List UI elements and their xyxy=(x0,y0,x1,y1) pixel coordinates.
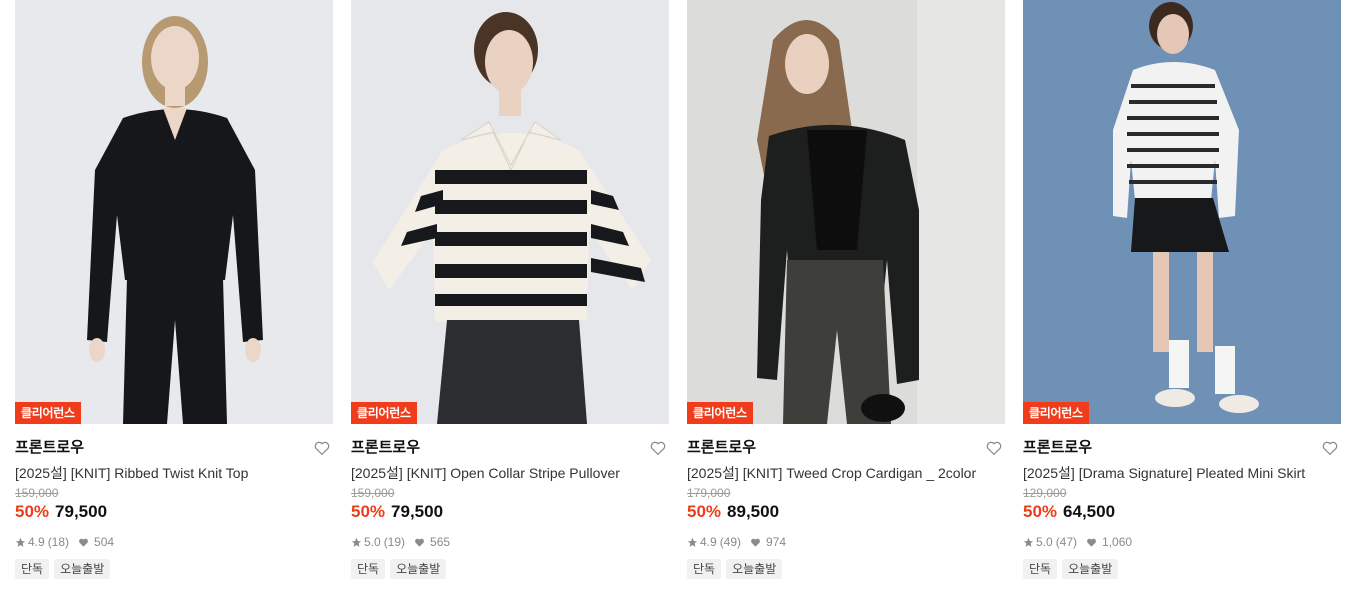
like-count: 565 xyxy=(430,535,451,549)
tag-same-day-shipping: 오늘출발 xyxy=(390,559,447,579)
clearance-badge: 클리어런스 xyxy=(351,402,417,424)
heart-icon xyxy=(414,537,425,548)
review-count: (49) xyxy=(719,535,742,549)
star-icon xyxy=(1023,537,1034,548)
star-icon xyxy=(687,537,698,548)
discount-rate: 50% xyxy=(351,502,386,521)
tag-list: 단독 오늘출발 xyxy=(687,559,1005,579)
sale-price: 79,500 xyxy=(55,502,108,521)
star-icon xyxy=(15,537,26,548)
product-image[interactable]: 클리어런스 xyxy=(1023,0,1341,424)
product-image[interactable]: 클리어런스 xyxy=(687,0,1005,424)
review-count: (19) xyxy=(383,535,406,549)
review-count: (47) xyxy=(1055,535,1078,549)
tag-same-day-shipping: 오늘출발 xyxy=(54,559,111,579)
product-grid: 클리어런스 프론트로우 [2025설] [KNIT] Ribbed Twist … xyxy=(0,0,1345,596)
tag-exclusive: 단독 xyxy=(351,559,386,579)
sale-price: 64,500 xyxy=(1063,502,1116,521)
heart-icon xyxy=(1086,537,1097,548)
original-price: 129,000 xyxy=(1023,486,1067,500)
brand-name[interactable]: 프론트로우 xyxy=(687,436,1005,460)
product-card[interactable]: 클리어런스 프론트로우 [2025설] [KNIT] Open Collar S… xyxy=(351,0,669,596)
heart-outline-icon[interactable] xyxy=(985,439,1003,457)
product-title[interactable]: [2025설] [KNIT] Tweed Crop Cardigan _ 2co… xyxy=(687,462,1005,484)
original-price: 159,000 xyxy=(15,486,59,500)
product-card[interactable]: 클리어런스 프론트로우 [2025설] [Drama Signature] Pl… xyxy=(1023,0,1341,596)
star-icon xyxy=(351,537,362,548)
product-photo-pleated-skirt xyxy=(1023,0,1341,424)
product-stats: 4.9 (49) 974 xyxy=(687,534,1005,550)
rating-value: 4.9 xyxy=(28,535,45,549)
like-count: 1,060 xyxy=(1102,535,1133,549)
tag-same-day-shipping: 오늘출발 xyxy=(726,559,783,579)
rating-value: 5.0 xyxy=(1036,535,1053,549)
heart-outline-icon[interactable] xyxy=(649,439,667,457)
heart-outline-icon[interactable] xyxy=(313,439,331,457)
discount-rate: 50% xyxy=(15,502,50,521)
product-title[interactable]: [2025설] [Drama Signature] Pleated Mini S… xyxy=(1023,462,1341,484)
clearance-badge: 클리어런스 xyxy=(1023,402,1089,424)
brand-name[interactable]: 프론트로우 xyxy=(15,436,333,460)
clearance-badge: 클리어런스 xyxy=(15,402,81,424)
original-price: 179,000 xyxy=(687,486,731,500)
product-card[interactable]: 클리어런스 프론트로우 [2025설] [KNIT] Tweed Crop Ca… xyxy=(687,0,1005,596)
tag-list: 단독 오늘출발 xyxy=(1023,559,1341,579)
discount-rate: 50% xyxy=(1023,502,1058,521)
sale-price: 79,500 xyxy=(391,502,444,521)
heart-icon xyxy=(78,537,89,548)
original-price: 159,000 xyxy=(351,486,395,500)
product-card[interactable]: 클리어런스 프론트로우 [2025설] [KNIT] Ribbed Twist … xyxy=(15,0,333,596)
heart-icon xyxy=(750,537,761,548)
tag-list: 단독 오늘출발 xyxy=(15,559,333,579)
product-image[interactable]: 클리어런스 xyxy=(351,0,669,424)
product-photo-ribbed-knit xyxy=(15,0,333,424)
review-count: (18) xyxy=(47,535,70,549)
heart-outline-icon[interactable] xyxy=(1321,439,1339,457)
rating-value: 4.9 xyxy=(700,535,717,549)
product-title[interactable]: [2025설] [KNIT] Open Collar Stripe Pullov… xyxy=(351,462,669,484)
product-stats: 4.9 (18) 504 xyxy=(15,534,333,550)
rating-value: 5.0 xyxy=(364,535,381,549)
brand-name[interactable]: 프론트로우 xyxy=(1023,436,1341,460)
product-title[interactable]: [2025설] [KNIT] Ribbed Twist Knit Top xyxy=(15,462,333,484)
clearance-badge: 클리어런스 xyxy=(687,402,753,424)
product-stats: 5.0 (19) 565 xyxy=(351,534,669,550)
product-stats: 5.0 (47) 1,060 xyxy=(1023,534,1341,550)
product-image[interactable]: 클리어런스 xyxy=(15,0,333,424)
tag-exclusive: 단독 xyxy=(1023,559,1058,579)
product-photo-stripe-pullover xyxy=(351,0,669,424)
tag-list: 단독 오늘출발 xyxy=(351,559,669,579)
like-count: 974 xyxy=(766,535,787,549)
tag-exclusive: 단독 xyxy=(15,559,50,579)
like-count: 504 xyxy=(94,535,115,549)
sale-price: 89,500 xyxy=(727,502,780,521)
product-photo-tweed-cardigan xyxy=(687,0,1005,424)
tag-same-day-shipping: 오늘출발 xyxy=(1062,559,1119,579)
tag-exclusive: 단독 xyxy=(687,559,722,579)
discount-rate: 50% xyxy=(687,502,722,521)
brand-name[interactable]: 프론트로우 xyxy=(351,436,669,460)
